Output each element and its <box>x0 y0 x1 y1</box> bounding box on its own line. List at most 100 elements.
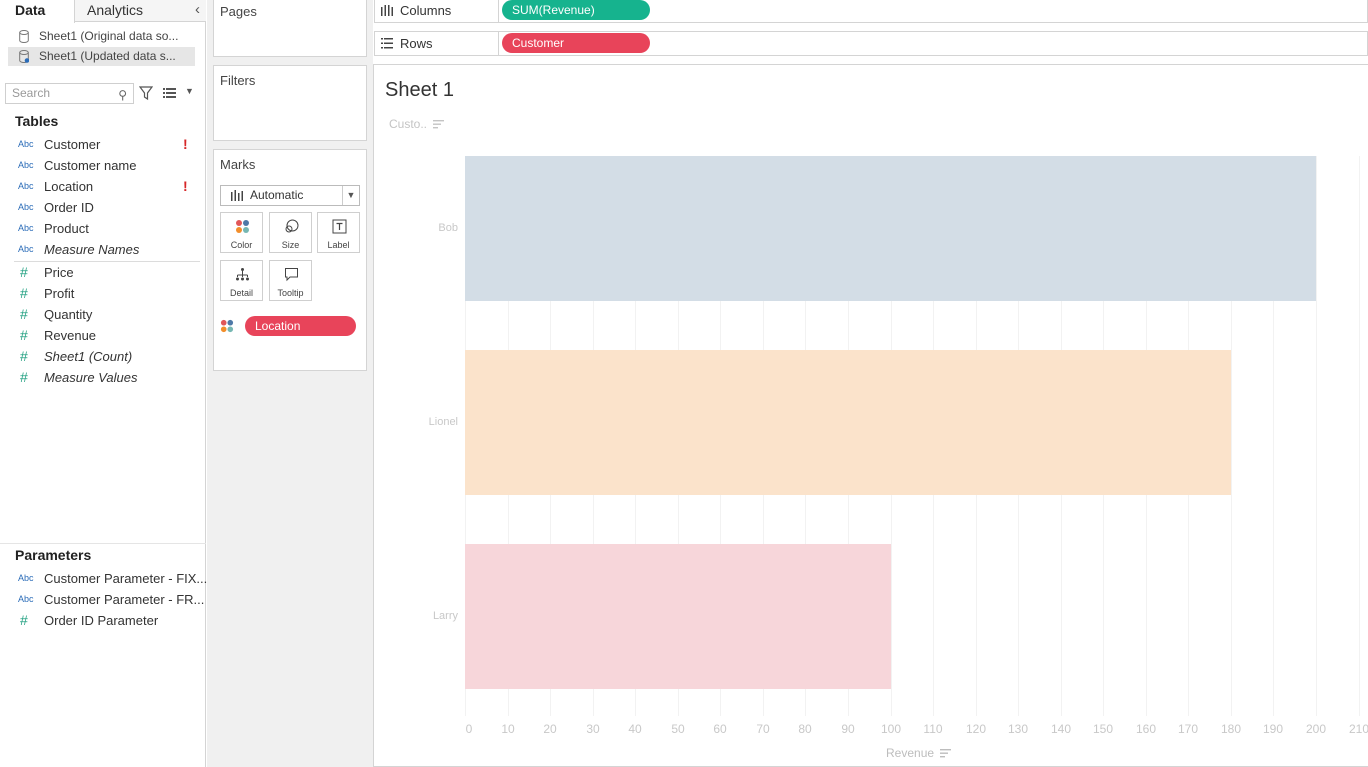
field-sheet1-count[interactable]: # Sheet1 (Count) <box>18 346 198 367</box>
tables-title: Tables <box>15 113 59 129</box>
field-measure-values[interactable]: # Measure Values <box>18 367 198 388</box>
x-tick-label: 200 <box>1305 722 1327 736</box>
row-label[interactable]: Bob <box>394 222 458 234</box>
x-axis-title: Revenue <box>886 746 952 760</box>
field-label: Revenue <box>44 328 97 343</box>
pages-card[interactable]: Pages <box>213 0 367 57</box>
x-tick-label: 0 <box>465 722 473 736</box>
tooltip-button[interactable]: Tooltip <box>269 260 312 301</box>
tooltip-icon <box>285 268 298 282</box>
row-header-label[interactable]: Custo.. <box>389 117 445 131</box>
mark-type-dropdown[interactable]: Automatic ▼ <box>220 185 360 206</box>
param-customer-fix[interactable]: Abc Customer Parameter - FIX... <box>18 568 207 589</box>
number-type-icon: # <box>20 327 28 343</box>
field-order-id[interactable]: Abc Order ID <box>18 197 198 218</box>
divider <box>0 543 206 544</box>
bar-chart-icon <box>231 190 243 201</box>
x-tick-label: 170 <box>1177 722 1199 736</box>
string-type-icon: Abc <box>18 244 34 254</box>
location-pill[interactable]: Location <box>245 316 356 336</box>
row-label[interactable]: Larry <box>394 610 458 622</box>
field-label: Product <box>44 221 89 236</box>
field-profit[interactable]: # Profit <box>18 283 198 304</box>
size-icon <box>285 219 299 233</box>
datasource-updated[interactable]: Sheet1 (Updated data s... <box>8 47 195 66</box>
row-label[interactable]: Lionel <box>394 416 458 428</box>
cards-column: Pages Filters Marks Automatic ▼ Color Si… <box>207 0 373 767</box>
list-view-icon <box>163 88 176 98</box>
rows-label: Rows <box>400 36 433 51</box>
bar-lionel[interactable] <box>465 350 1231 495</box>
worksheet-view: Sheet 1 Custo.. Revenue Bob Lionel Larry 0 1… <box>373 64 1368 767</box>
field-label: Order ID Parameter <box>44 613 159 628</box>
color-button[interactable]: Color <box>220 212 263 253</box>
x-tick-label: 160 <box>1135 722 1157 736</box>
parameters-title: Parameters <box>15 547 92 563</box>
color-icon <box>220 319 234 333</box>
chevron-down-icon: ▼ <box>185 86 194 96</box>
string-type-icon: Abc <box>18 202 34 212</box>
field-label: Customer Parameter - FR... <box>44 592 205 607</box>
rows-shelf: Rows Customer <box>374 31 1368 56</box>
field-location[interactable]: Abc Location ! <box>18 176 198 197</box>
collapse-pane-icon[interactable]: ‹ <box>195 1 200 18</box>
x-tick-label: 140 <box>1050 722 1072 736</box>
detail-label: Detail <box>229 288 253 298</box>
detail-button[interactable]: Detail <box>220 260 263 301</box>
param-customer-fr[interactable]: Abc Customer Parameter - FR... <box>18 589 204 610</box>
datasource-label: Sheet1 (Updated data s... <box>39 49 176 63</box>
string-type-icon: Abc <box>18 181 34 191</box>
marks-card: Marks Automatic ▼ Color Size Label Detai… <box>213 149 367 371</box>
x-tick-label: 20 <box>543 722 557 736</box>
field-quantity[interactable]: # Quantity <box>18 304 198 325</box>
x-tick-label: 110 <box>923 722 943 736</box>
x-tick-label: 60 <box>713 722 727 736</box>
sum-revenue-pill[interactable]: SUM(Revenue) <box>502 0 650 20</box>
label-button[interactable]: Label <box>317 212 360 253</box>
filters-card[interactable]: Filters <box>213 65 367 141</box>
x-tick-label: 90 <box>841 722 855 736</box>
customer-pill[interactable]: Customer <box>502 33 650 53</box>
field-customer[interactable]: Abc Customer ! <box>18 134 198 155</box>
string-type-icon: Abc <box>18 223 34 233</box>
field-product[interactable]: Abc Product <box>18 218 198 239</box>
string-type-icon: Abc <box>18 573 34 583</box>
number-type-icon: # <box>20 369 28 385</box>
field-customer-name[interactable]: Abc Customer name <box>18 155 198 176</box>
number-type-icon: # <box>20 264 28 280</box>
field-price[interactable]: # Price <box>18 262 198 283</box>
x-tick-label: 180 <box>1220 722 1242 736</box>
filter-icon[interactable] <box>139 85 153 101</box>
field-label: Profit <box>44 286 75 301</box>
field-measure-names[interactable]: Abc Measure Names <box>18 239 198 260</box>
param-order-id[interactable]: # Order ID Parameter <box>18 610 198 631</box>
tab-analytics[interactable]: Analytics <box>75 0 185 22</box>
search-input[interactable]: Search ⚲ <box>5 83 134 104</box>
size-button[interactable]: Size <box>269 212 312 253</box>
view-options-dropdown[interactable]: ▼ <box>163 86 195 100</box>
x-tick-label: 210 <box>1348 722 1368 736</box>
field-label: Customer <box>44 137 101 152</box>
string-type-icon: Abc <box>18 594 34 604</box>
tab-data[interactable]: Data <box>0 0 75 23</box>
x-tick-label: 120 <box>965 722 987 736</box>
rows-shelf-label: Rows <box>375 32 499 55</box>
number-type-icon: # <box>20 348 28 364</box>
chevron-down-icon: ▼ <box>342 186 359 205</box>
datasource-original[interactable]: Sheet1 (Original data so... <box>8 27 195 46</box>
warning-icon: ! <box>183 178 188 194</box>
string-type-icon: Abc <box>18 139 34 149</box>
bar-bob[interactable] <box>465 156 1316 301</box>
field-revenue[interactable]: # Revenue <box>18 325 198 346</box>
x-tick-label: 70 <box>756 722 770 736</box>
columns-icon <box>381 5 393 16</box>
database-active-icon <box>19 50 29 63</box>
number-type-icon: # <box>20 285 28 301</box>
number-type-icon: # <box>20 306 28 322</box>
sort-icon <box>940 749 952 758</box>
field-label: Customer name <box>44 158 137 173</box>
sort-icon <box>433 120 445 129</box>
x-tick-label: 100 <box>880 722 902 736</box>
bar-larry[interactable] <box>465 544 891 689</box>
rows-icon <box>381 38 393 49</box>
